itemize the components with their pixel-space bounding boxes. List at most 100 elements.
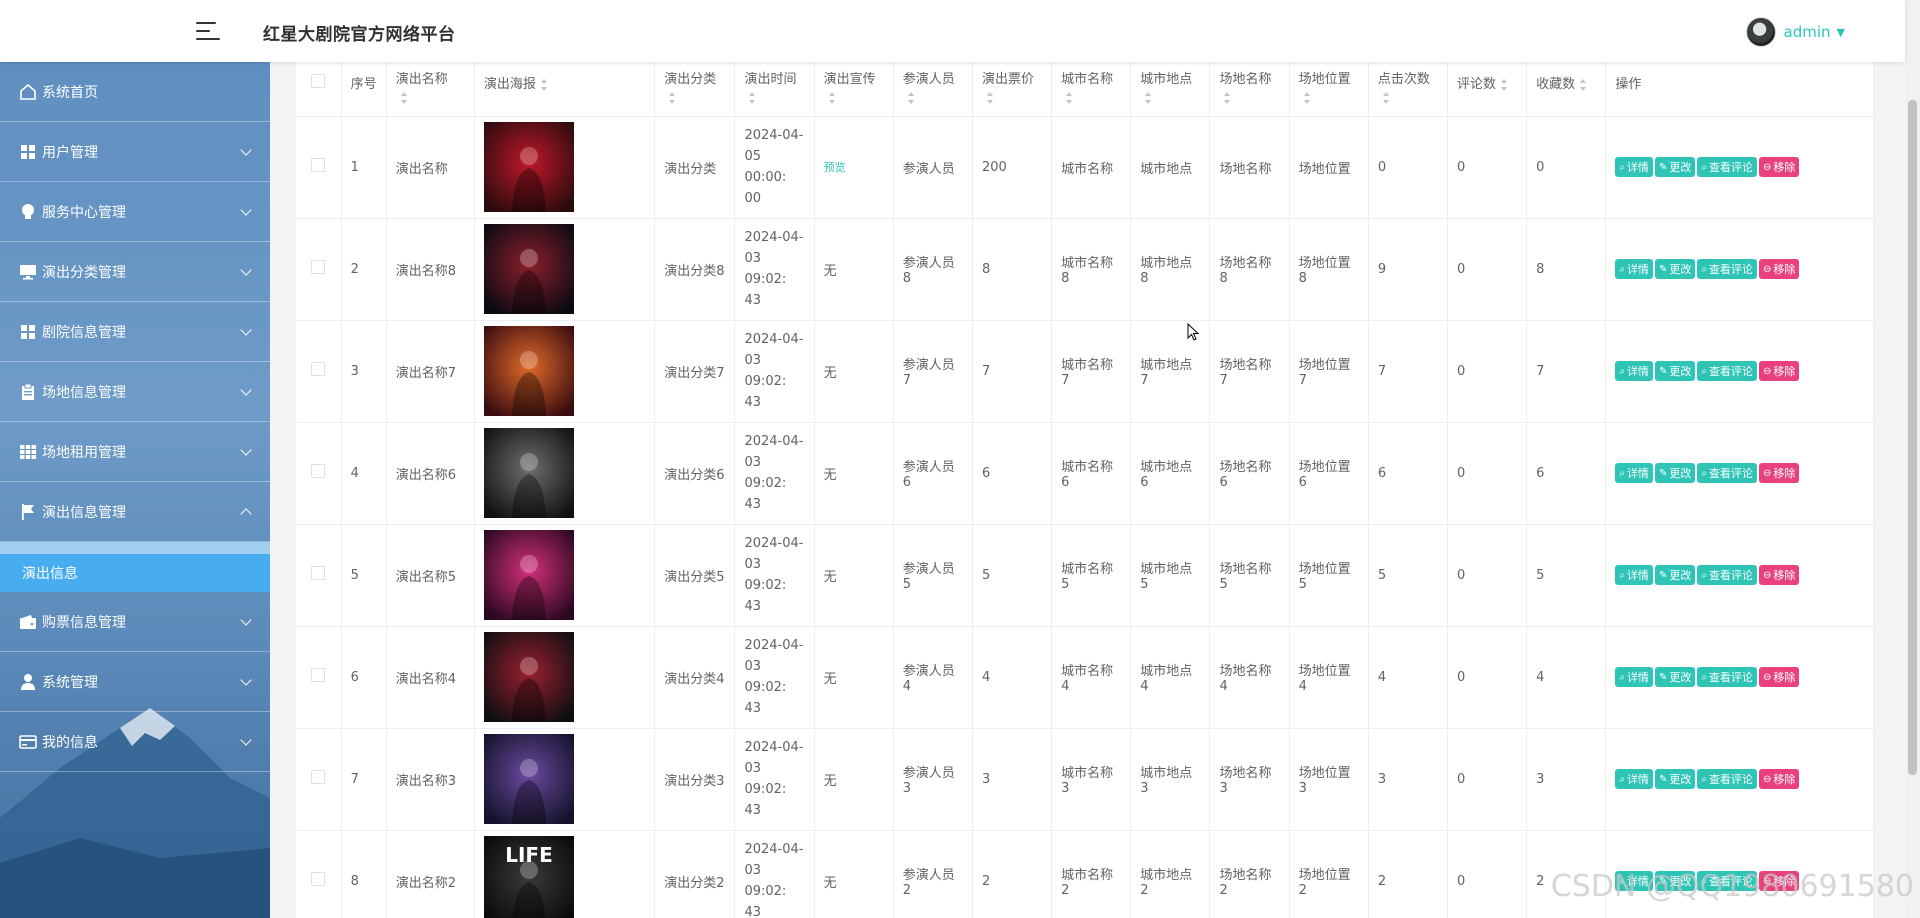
column-header-12[interactable]: 点击次数 — [1368, 62, 1448, 117]
sort-caret-icon[interactable] — [400, 92, 408, 104]
performance-table: 序号 演出名称 演出海报 演出分类 演出时间 演出宣传 参演人员 演出票价 城市名称 城市地点 场地… — [296, 62, 1874, 918]
remove-button[interactable]: ⊖ 移除 — [1758, 769, 1800, 789]
sort-caret-icon[interactable] — [907, 92, 915, 104]
view-comments-button[interactable]: ⌕ 查看评论 — [1697, 463, 1757, 483]
column-header-11[interactable]: 场地位置 — [1289, 62, 1369, 117]
remove-button[interactable]: ⊖ 移除 — [1758, 157, 1800, 177]
sidebar-item-5[interactable]: 场地信息管理 — [0, 362, 270, 422]
submenu-item-active[interactable]: 演出信息 — [0, 542, 270, 592]
sort-caret-icon[interactable] — [1223, 92, 1231, 104]
poster-image[interactable] — [483, 530, 574, 620]
sort-caret-icon[interactable] — [1500, 78, 1508, 91]
view-comments-button[interactable]: ⌕ 查看评论 — [1697, 259, 1757, 279]
edit-button[interactable]: ✎ 更改 — [1654, 565, 1696, 585]
sidebar-item-2[interactable]: 服务中心管理 — [0, 182, 270, 242]
select-all-checkbox[interactable] — [311, 73, 326, 88]
sort-caret-icon[interactable] — [1303, 92, 1311, 104]
detail-button[interactable]: ⌕ 详情 — [1615, 259, 1653, 279]
remove-button[interactable]: ⊖ 移除 — [1758, 463, 1800, 483]
scroll-thumb[interactable] — [1908, 100, 1917, 775]
edit-button[interactable]: ✎ 更改 — [1654, 157, 1696, 177]
detail-button[interactable]: ⌕ 详情 — [1615, 361, 1653, 381]
poster-image[interactable]: LIFE — [483, 836, 574, 918]
remove-button[interactable]: ⊖ 移除 — [1758, 361, 1800, 381]
detail-button[interactable]: ⌕ 详情 — [1615, 565, 1653, 585]
sidebar-item-1[interactable]: 用户管理 — [0, 122, 270, 182]
view-comments-button[interactable]: ⌕ 查看评论 — [1697, 769, 1757, 789]
column-header-4[interactable]: 演出时间 — [734, 62, 815, 117]
detail-button[interactable]: ⌕ 详情 — [1615, 667, 1653, 687]
detail-button[interactable]: ⌕ 详情 — [1615, 769, 1653, 789]
sidebar-item-7[interactable]: 演出信息管理 — [0, 482, 270, 542]
sidebar-item-6[interactable]: 场地租用管理 — [0, 422, 270, 482]
row-checkbox[interactable] — [311, 566, 326, 580]
view-comments-button[interactable]: ⌕ 查看评论 — [1697, 667, 1757, 687]
sidebar-item-3[interactable]: 演出分类管理 — [0, 242, 270, 302]
poster-image[interactable] — [483, 326, 574, 416]
time-line: 43 — [744, 395, 761, 410]
view-comments-button[interactable]: ⌕ 查看评论 — [1697, 565, 1757, 585]
row-select-cell — [296, 422, 342, 525]
sidebar-item-9[interactable]: 系统管理 — [0, 652, 270, 712]
sort-caret-icon[interactable] — [828, 92, 836, 104]
column-header-10[interactable]: 场地名称 — [1209, 62, 1290, 117]
search-icon: ⌕ — [1701, 365, 1707, 377]
sidebar-item-8[interactable]: 购票信息管理 — [0, 592, 270, 652]
edit-button[interactable]: ✎ 更改 — [1654, 259, 1696, 279]
poster-image[interactable] — [483, 122, 574, 212]
column-header-5[interactable]: 演出宣传 — [814, 62, 894, 117]
sort-caret-icon[interactable] — [540, 78, 548, 91]
sidebar-item-0[interactable]: 系统首页 — [0, 62, 270, 122]
detail-button[interactable]: ⌕ 详情 — [1615, 157, 1653, 177]
cell-venue: 场地名称8 — [1209, 218, 1290, 321]
cell-time: 2024-04- 05 00:00: 00 — [734, 116, 815, 219]
edit-button[interactable]: ✎ 更改 — [1654, 667, 1696, 687]
column-header-9[interactable]: 城市地点 — [1130, 62, 1211, 117]
column-header-1[interactable]: 演出名称 — [386, 62, 475, 117]
poster-image[interactable] — [483, 224, 574, 314]
cell-price: 4 — [972, 626, 1053, 729]
edit-button[interactable]: ✎ 更改 — [1654, 361, 1696, 381]
remove-button[interactable]: ⊖ 移除 — [1758, 667, 1800, 687]
view-comments-button[interactable]: ⌕ 查看评论 — [1697, 361, 1757, 381]
cell-venue-location: 场地位置8 — [1289, 218, 1369, 321]
poster-image[interactable] — [483, 632, 574, 722]
sort-caret-icon[interactable] — [1065, 92, 1073, 104]
top-header: 红星大剧院官方网络平台 admin ▼ — [0, 0, 1905, 62]
row-checkbox[interactable] — [311, 770, 326, 784]
poster-image[interactable] — [483, 428, 574, 518]
user-menu[interactable]: admin ▼ — [1745, 17, 1845, 47]
detail-button[interactable]: ⌕ 详情 — [1615, 463, 1653, 483]
column-header-3[interactable]: 演出分类 — [654, 62, 736, 117]
remove-button[interactable]: ⊖ 移除 — [1758, 565, 1800, 585]
sort-caret-icon[interactable] — [986, 92, 994, 104]
row-checkbox[interactable] — [311, 158, 326, 172]
sort-caret-icon[interactable] — [668, 92, 676, 104]
sidebar-item-4[interactable]: 剧院信息管理 — [0, 302, 270, 362]
sort-caret-icon[interactable] — [748, 92, 756, 104]
sidebar-item-10[interactable]: 我的信息 — [0, 712, 270, 772]
promo-preview-link[interactable]: 预览 — [824, 161, 846, 174]
column-header-7[interactable]: 演出票价 — [972, 62, 1053, 117]
row-checkbox[interactable] — [311, 362, 326, 376]
column-header-8[interactable]: 城市名称 — [1051, 62, 1132, 117]
remove-button[interactable]: ⊖ 移除 — [1758, 259, 1800, 279]
cell-city-place: 城市地点4 — [1130, 626, 1211, 729]
sort-caret-icon[interactable] — [1382, 92, 1390, 104]
row-checkbox[interactable] — [311, 464, 326, 478]
column-header-2[interactable]: 演出海报 — [474, 62, 656, 117]
edit-button[interactable]: ✎ 更改 — [1654, 769, 1696, 789]
row-checkbox[interactable] — [311, 872, 326, 886]
poster-image[interactable] — [483, 734, 574, 824]
column-header-6[interactable]: 参演人员 — [893, 62, 973, 117]
sort-caret-icon[interactable] — [1579, 78, 1587, 91]
sort-caret-icon[interactable] — [1144, 92, 1152, 104]
row-checkbox[interactable] — [311, 668, 326, 682]
row-checkbox[interactable] — [311, 260, 326, 274]
view-comments-button[interactable]: ⌕ 查看评论 — [1697, 157, 1757, 177]
edit-button[interactable]: ✎ 更改 — [1654, 463, 1696, 483]
column-header-14[interactable]: 收藏数 — [1526, 62, 1607, 117]
column-header-13[interactable]: 评论数 — [1447, 62, 1528, 117]
page-scrollbar[interactable] — [1905, 0, 1920, 918]
menu-toggle-icon[interactable] — [196, 20, 220, 42]
